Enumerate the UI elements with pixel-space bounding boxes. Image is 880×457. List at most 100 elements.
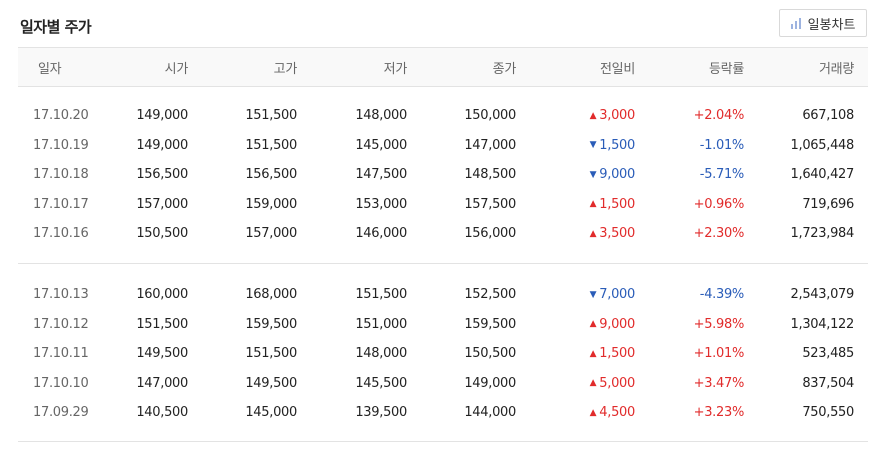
row-volume: 1,723,984 — [790, 226, 855, 242]
col-header-open: 시가 — [164, 61, 189, 77]
row-close: 147,000 — [464, 137, 516, 153]
row-low: 151,000 — [355, 316, 407, 332]
row-date: 17.10.11 — [33, 346, 89, 362]
table-row: 17.10.18 156,500 156,500 147,500 148,500 ▼ 9,0… — [18, 160, 868, 189]
up-triangle-icon: ▲ — [589, 319, 597, 330]
bar-chart-icon — [790, 17, 801, 29]
row-date: 17.09.29 — [33, 405, 89, 421]
row-volume: 837,504 — [802, 375, 854, 391]
row-close: 156,000 — [464, 226, 516, 242]
row-open: 147,000 — [136, 375, 188, 391]
row-low: 139,500 — [355, 405, 407, 421]
row-volume: 523,485 — [802, 346, 854, 362]
row-open: 149,000 — [136, 137, 188, 153]
row-close: 152,500 — [464, 287, 516, 302]
table-row: 17.09.29 140,500 145,000 139,500 144,000 ▲ 4,5… — [18, 398, 868, 427]
table-row: 17.10.20 149,000 151,500 148,000 150,000 ▲ 3,0… — [18, 101, 868, 130]
col-header-rate: 등락률 — [709, 61, 744, 77]
col-header-low: 저가 — [383, 61, 408, 77]
row-rate: +3.47% — [693, 375, 745, 391]
table-row: 17.10.11 149,500 151,500 148,000 150,500 ▲ 1,5… — [18, 339, 868, 368]
row-change-value: 9,000 — [599, 167, 635, 183]
row-close: 150,500 — [464, 346, 516, 362]
daily-chart-label: 일봉차트 — [807, 17, 856, 33]
up-triangle-icon: ▲ — [589, 378, 597, 389]
row-change: ▲ 3,500 — [589, 219, 636, 248]
row-change: ▼ 9,000 — [590, 160, 636, 189]
row-open: 157,000 — [136, 196, 188, 212]
row-volume: 750,550 — [802, 405, 854, 421]
down-triangle-icon: ▼ — [589, 289, 597, 300]
row-open: 140,500 — [136, 405, 188, 421]
row-low: 148,000 — [355, 346, 407, 362]
row-close: 149,000 — [464, 375, 516, 391]
table-header: 일자 시가 고가 저가 종가 전일비 등락률 거래량 — [18, 47, 868, 87]
table-bottom-border — [18, 441, 868, 442]
row-rate: +5.98% — [693, 316, 745, 332]
up-triangle-icon: ▲ — [589, 407, 597, 418]
row-close: 144,000 — [464, 405, 516, 421]
row-date: 17.10.16 — [33, 226, 89, 242]
row-date: 17.10.19 — [33, 137, 89, 153]
col-header-change: 전일비 — [600, 61, 635, 77]
row-high: 159,000 — [245, 196, 297, 212]
row-low: 148,000 — [355, 108, 407, 123]
row-rate: -4.39% — [699, 287, 745, 302]
row-rate: +2.30% — [693, 226, 745, 242]
row-close: 150,000 — [464, 108, 516, 123]
row-rate: +1.01% — [693, 346, 745, 362]
row-high: 159,500 — [245, 316, 297, 332]
row-rate: -1.01% — [699, 137, 745, 153]
row-open: 150,500 — [136, 226, 188, 242]
table-row: 17.10.10 147,000 149,500 145,500 149,000 ▲ 5,0… — [18, 369, 868, 398]
row-rate: +0.96% — [693, 196, 745, 212]
row-date: 17.10.20 — [33, 108, 89, 123]
row-change-value: 4,500 — [599, 405, 635, 421]
row-high: 157,000 — [245, 226, 297, 242]
row-low: 147,500 — [355, 167, 407, 183]
row-date: 17.10.10 — [33, 375, 89, 391]
row-change: ▼ 7,000 — [589, 280, 636, 309]
row-change: ▲ 5,000 — [589, 369, 636, 398]
panel-title: 일자별 주가 — [20, 18, 92, 36]
row-high: 151,500 — [245, 108, 297, 123]
row-change-value: 1,500 — [599, 346, 635, 362]
row-date: 17.10.17 — [33, 196, 89, 212]
up-triangle-icon: ▲ — [589, 228, 597, 239]
row-open: 156,500 — [136, 167, 188, 183]
daily-price-panel: 일자별 주가 일봉차트 일자 시가 고가 저가 종가 전일비 등락률 거래량 1… — [0, 0, 880, 457]
col-header-volume: 거래량 — [819, 61, 854, 77]
daily-chart-button[interactable]: 일봉차트 — [779, 9, 867, 37]
row-low: 146,000 — [355, 226, 407, 242]
row-volume: 719,696 — [802, 196, 854, 212]
col-header-high: 고가 — [273, 61, 298, 77]
row-change-value: 9,000 — [599, 316, 635, 332]
table-row: 17.10.13 160,000 168,000 151,500 152,500 ▼ 7,0… — [18, 280, 868, 309]
row-date: 17.10.13 — [33, 287, 89, 302]
row-close: 157,500 — [464, 196, 516, 212]
row-high: 145,000 — [245, 405, 297, 421]
up-triangle-icon: ▲ — [589, 110, 597, 121]
row-change-value: 1,500 — [599, 137, 635, 153]
table-row: 17.10.19 149,000 151,500 145,000 147,000 ▼ 1,5… — [18, 131, 868, 160]
table-row: 17.10.16 150,500 157,000 146,000 156,000 ▲ 3,5… — [18, 219, 868, 248]
row-close: 148,500 — [464, 167, 516, 183]
row-date: 17.10.18 — [33, 167, 89, 183]
row-volume: 1,065,448 — [790, 137, 855, 153]
row-rate: +3.23% — [693, 405, 745, 421]
row-volume: 1,640,427 — [790, 167, 855, 183]
row-rate: -5.71% — [699, 167, 745, 183]
row-open: 149,500 — [136, 346, 188, 362]
row-change: ▲ 1,500 — [590, 190, 636, 219]
row-volume: 2,543,079 — [790, 287, 855, 302]
row-low: 151,500 — [355, 287, 407, 302]
row-open: 149,000 — [136, 108, 188, 123]
row-change: ▲ 3,000 — [589, 101, 636, 130]
row-change-value: 7,000 — [599, 287, 635, 302]
up-triangle-icon: ▲ — [589, 348, 597, 359]
group-divider — [18, 263, 868, 264]
row-rate: +2.04% — [693, 108, 745, 123]
table-row: 17.10.17 157,000 159,000 153,000 157,500 ▲ 1,5… — [18, 190, 868, 219]
row-change: ▼ 1,500 — [590, 131, 636, 160]
table-row: 17.10.12 151,500 159,500 151,000 159,500 ▲ 9,0… — [18, 310, 868, 339]
